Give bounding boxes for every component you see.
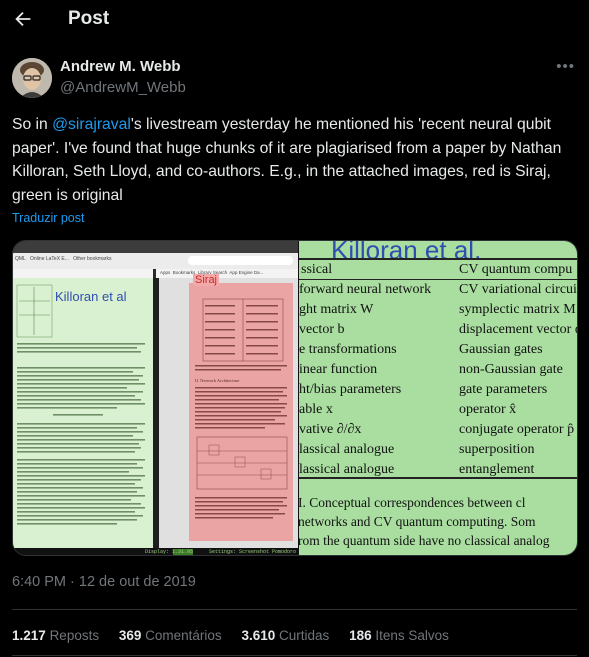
likes-label: Curtidas: [279, 628, 330, 643]
table-cell-classical: lassical analogue: [299, 462, 395, 477]
table-cell-cv: symplectic matrix M: [459, 302, 576, 317]
author-name[interactable]: Andrew M. Webb: [60, 58, 181, 75]
saves-label: Itens Salvos: [375, 628, 449, 643]
arrow-left-icon[interactable]: [12, 8, 34, 30]
section-title: II. Network Architecture: [195, 378, 240, 383]
divider: [12, 655, 577, 656]
post-header: Post: [0, 0, 589, 40]
table-cell-cv: gate parameters: [459, 382, 548, 397]
browser-tabs: QML Online LaTeX E... Other bookmarks: [15, 256, 155, 262]
table-top-rule: [299, 258, 577, 260]
killoran-label: Killoran et al: [55, 289, 127, 304]
post-text-start: So in: [12, 116, 53, 133]
reposts-count: 1.217: [12, 628, 46, 643]
comments-label: Comentários: [145, 628, 222, 643]
post-media[interactable]: QML Online LaTeX E... Other bookmarks Ap…: [12, 240, 578, 556]
table-cell-cv: Gaussian gates: [459, 342, 543, 357]
table-cell-classical: ht/bias parameters: [299, 382, 402, 397]
table-cell-cv: displacement vector α: [459, 322, 578, 337]
page-title: Post: [68, 8, 110, 29]
table-cell-classical: vative ∂/∂x: [299, 422, 362, 437]
table-cell-cv: superposition: [459, 442, 535, 457]
more-horizontal-icon[interactable]: •••: [556, 58, 575, 75]
table-cell-classical: able x: [299, 402, 333, 417]
table-cell-classical: forward neural network: [299, 282, 432, 297]
engagement-stats: 1.217 Reposts 369 Comentários 3.610 Curt…: [12, 628, 465, 643]
bookmarks-bar: Apps Bookmarks Library Search App Engine…: [160, 270, 298, 275]
tab-label[interactable]: Other bookmarks: [73, 256, 111, 262]
caption-line: I. Conceptual correspondences between cl: [298, 495, 526, 510]
saves-count: 186: [349, 628, 372, 643]
likes-stat[interactable]: 3.610 Curtidas: [241, 628, 329, 643]
saves-stat[interactable]: 186 Itens Salvos: [349, 628, 449, 643]
mention-link[interactable]: @sirajraval: [52, 116, 131, 133]
author-handle[interactable]: @AndrewM_Webb: [60, 79, 186, 96]
table-cell-cv: operator x̂: [459, 402, 517, 417]
media-image-siraj-comparison[interactable]: QML Online LaTeX E... Other bookmarks Ap…: [13, 241, 308, 555]
divider: [12, 609, 577, 610]
table-cell-classical: inear function: [299, 362, 378, 377]
table-cell-cv: CV variational circui: [459, 282, 577, 297]
caption-line: networks and CV quantum computing. Som: [298, 514, 536, 529]
media-image-killoran-table[interactable]: Killoran et al. ssical CV quantum compu …: [298, 241, 578, 555]
table-cell-classical: e transformations: [299, 342, 397, 357]
bookmark-label[interactable]: Apps: [160, 270, 170, 275]
table-cell-classical: vector b: [299, 322, 345, 337]
tab-label[interactable]: Online LaTeX E...: [30, 256, 69, 262]
table-cell-cv: entanglement: [459, 462, 535, 477]
reposts-stat[interactable]: 1.217 Reposts: [12, 628, 99, 643]
avatar[interactable]: [12, 58, 52, 98]
status-display: Display: 1.31.95: [145, 549, 194, 555]
siraj-label: Siraj: [193, 274, 220, 286]
post-text: So in @sirajraval's livestream yesterday…: [12, 113, 572, 207]
reposts-label: Reposts: [49, 628, 100, 643]
tab-label[interactable]: QML: [15, 256, 26, 262]
bookmark-label[interactable]: App Engine Da...: [229, 270, 263, 275]
caption-line: rom the quantum side have no classical a…: [298, 533, 550, 548]
likes-count: 3.610: [241, 628, 276, 643]
table-header-rule: [299, 279, 577, 280]
bookmark-label[interactable]: Bookmarks: [173, 270, 196, 275]
table-caption: I. Conceptual correspondences between cl…: [298, 493, 550, 550]
status-settings: Settings: Screenshot Pomodoro (1): [209, 549, 309, 555]
table-bottom-rule: [299, 477, 577, 479]
table-cell-cv: conjugate operator p̂: [459, 422, 575, 437]
table-cell-classical: lassical analogue: [299, 442, 395, 457]
author-row: Andrew M. Webb @AndrewM_Webb •••: [12, 58, 577, 98]
post-timestamp[interactable]: 6:40 PM · 12 de out de 2019: [12, 574, 196, 590]
table-cell-classical: ght matrix W: [299, 302, 374, 317]
col-header-cv: CV quantum compu: [459, 262, 573, 277]
col-header-classical: ssical: [301, 262, 333, 277]
translate-link[interactable]: Traduzir post: [12, 211, 84, 225]
comments-count: 369: [118, 628, 142, 643]
table-cell-cv: non-Gaussian gate: [459, 362, 563, 377]
comments-stat[interactable]: 369 Comentários: [119, 628, 222, 643]
